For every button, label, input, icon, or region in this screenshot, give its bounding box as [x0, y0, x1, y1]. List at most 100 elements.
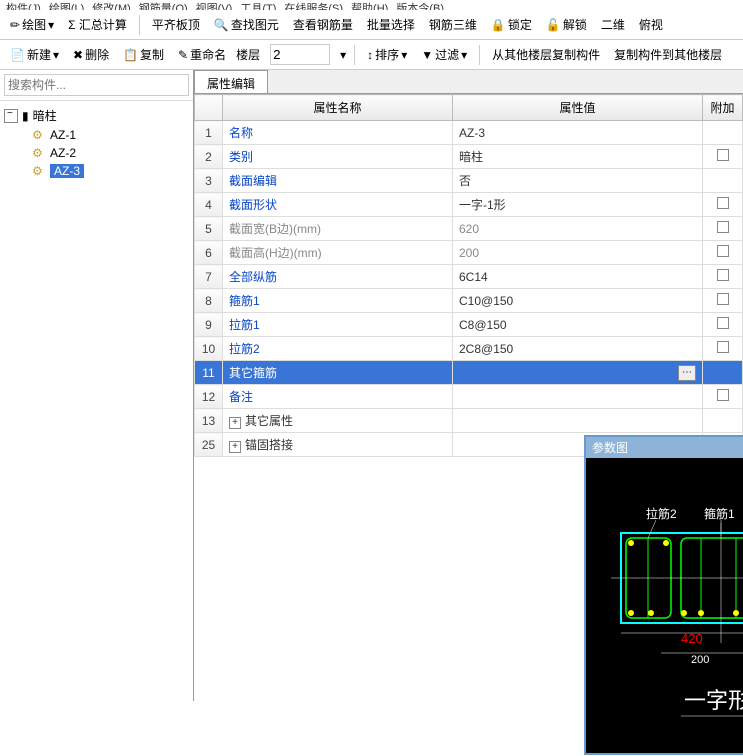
prop-name-cell[interactable]: 拉筋1: [223, 313, 453, 337]
table-row[interactable]: 3截面编辑否: [195, 169, 743, 193]
batch-select-button[interactable]: 批量选择: [363, 14, 419, 35]
tree-item-az2[interactable]: ⚙ AZ-2: [32, 144, 189, 162]
table-row[interactable]: 6截面高(H边)(mm)200: [195, 241, 743, 265]
tree-item-az3[interactable]: ⚙ AZ-3: [32, 162, 189, 180]
prop-name-cell[interactable]: 名称: [223, 121, 453, 145]
search-input[interactable]: [4, 74, 189, 96]
menu-item[interactable]: 绘图(L): [49, 0, 84, 10]
prop-name-cell[interactable]: +锚固搭接: [223, 433, 453, 457]
addl-cell[interactable]: [703, 409, 743, 433]
prop-name-cell[interactable]: 备注: [223, 385, 453, 409]
prop-name-cell[interactable]: 截面宽(B边)(mm): [223, 217, 453, 241]
addl-checkbox[interactable]: [717, 221, 729, 233]
addl-cell[interactable]: [703, 193, 743, 217]
table-row[interactable]: 2类别暗柱: [195, 145, 743, 169]
addl-cell[interactable]: [703, 121, 743, 145]
addl-cell[interactable]: [703, 265, 743, 289]
sum-button[interactable]: Σ 汇总计算: [64, 14, 131, 35]
addl-checkbox[interactable]: [717, 341, 729, 353]
table-row[interactable]: 4截面形状一字-1形: [195, 193, 743, 217]
copy-from-button[interactable]: 从其他楼层复制构件: [488, 44, 604, 65]
floor-input[interactable]: [270, 44, 330, 65]
new-button[interactable]: 📄 新建 ▾: [6, 44, 63, 65]
addl-cell[interactable]: [703, 361, 743, 385]
addl-checkbox[interactable]: [717, 293, 729, 305]
filter-button[interactable]: ▼ 过滤 ▾: [417, 44, 471, 65]
table-row[interactable]: 1名称AZ-3: [195, 121, 743, 145]
addl-cell[interactable]: [703, 337, 743, 361]
lock-button[interactable]: 🔒 锁定: [487, 14, 536, 35]
prop-name-cell[interactable]: 箍筋1: [223, 289, 453, 313]
table-row[interactable]: 9拉筋1C8@150: [195, 313, 743, 337]
delete-button[interactable]: ✖ 删除: [69, 44, 113, 65]
prop-name-cell[interactable]: 其它箍筋: [223, 361, 453, 385]
draw-button[interactable]: ✏ 绘图 ▾: [6, 14, 58, 35]
addl-cell[interactable]: [703, 385, 743, 409]
table-row[interactable]: 12备注: [195, 385, 743, 409]
prop-value-cell[interactable]: 2C8@150: [453, 337, 703, 361]
tab-properties[interactable]: 属性编辑: [194, 70, 268, 93]
addl-cell[interactable]: [703, 289, 743, 313]
tree-root[interactable]: ▮ 暗柱: [4, 105, 189, 126]
expand-icon[interactable]: +: [229, 441, 241, 453]
prop-value-cell[interactable]: 620: [453, 217, 703, 241]
2d-button[interactable]: 二维: [597, 14, 629, 35]
table-row[interactable]: 10拉筋22C8@150: [195, 337, 743, 361]
dropdown-icon[interactable]: ▾: [340, 48, 346, 62]
prop-name-cell[interactable]: +其它属性: [223, 409, 453, 433]
menu-item[interactable]: 视图(V): [196, 0, 233, 10]
parameter-diagram-window[interactable]: 参数图: [584, 435, 743, 755]
prop-value-cell[interactable]: 200: [453, 241, 703, 265]
top-view-button[interactable]: 俯视: [635, 14, 667, 35]
view-rebar-button[interactable]: 查看钢筋量: [289, 14, 357, 35]
addl-cell[interactable]: [703, 169, 743, 193]
addl-cell[interactable]: [703, 145, 743, 169]
prop-name-cell[interactable]: 全部纵筋: [223, 265, 453, 289]
tree-item-az1[interactable]: ⚙ AZ-1: [32, 126, 189, 144]
prop-value-cell[interactable]: 暗柱: [453, 145, 703, 169]
menu-item[interactable]: 工具(T): [240, 0, 276, 10]
expand-icon[interactable]: +: [229, 417, 241, 429]
table-row[interactable]: 11其它箍筋⋯: [195, 361, 743, 385]
prop-name-cell[interactable]: 截面高(H边)(mm): [223, 241, 453, 265]
ellipsis-button[interactable]: ⋯: [678, 365, 696, 381]
menu-item[interactable]: 修改(M): [92, 0, 131, 10]
collapse-icon[interactable]: [4, 109, 18, 123]
rebar-3d-button[interactable]: 钢筋三维: [425, 14, 481, 35]
addl-checkbox[interactable]: [717, 317, 729, 329]
prop-name-cell[interactable]: 拉筋2: [223, 337, 453, 361]
prop-name-cell[interactable]: 类别: [223, 145, 453, 169]
prop-value-cell[interactable]: [453, 385, 703, 409]
rename-button[interactable]: ✎ 重命名: [174, 44, 230, 65]
unlock-button[interactable]: 🔓 解锁: [542, 14, 591, 35]
prop-value-cell[interactable]: 一字-1形: [453, 193, 703, 217]
prop-value-cell[interactable]: C8@150: [453, 313, 703, 337]
addl-checkbox[interactable]: [717, 269, 729, 281]
table-row[interactable]: 7全部纵筋6C14: [195, 265, 743, 289]
addl-checkbox[interactable]: [717, 245, 729, 257]
table-row[interactable]: 8箍筋1C10@150: [195, 289, 743, 313]
prop-value-cell[interactable]: [453, 409, 703, 433]
prop-value-cell[interactable]: C10@150: [453, 289, 703, 313]
addl-checkbox[interactable]: [717, 389, 729, 401]
table-row[interactable]: 5截面宽(B边)(mm)620: [195, 217, 743, 241]
menu-item[interactable]: 在线服务(S): [284, 0, 343, 10]
prop-name-cell[interactable]: 截面形状: [223, 193, 453, 217]
table-row[interactable]: 13+其它属性: [195, 409, 743, 433]
copy-button[interactable]: 📋 复制: [119, 44, 168, 65]
addl-checkbox[interactable]: [717, 197, 729, 209]
prop-value-cell[interactable]: AZ-3: [453, 121, 703, 145]
menu-item[interactable]: 构件(J): [6, 0, 41, 10]
prop-value-cell[interactable]: 6C14: [453, 265, 703, 289]
addl-cell[interactable]: [703, 313, 743, 337]
find-button[interactable]: 🔍 查找图元: [210, 14, 283, 35]
prop-name-cell[interactable]: 截面编辑: [223, 169, 453, 193]
menu-item[interactable]: 钢筋量(Q): [139, 0, 188, 10]
prop-value-cell[interactable]: 否: [453, 169, 703, 193]
menu-item[interactable]: 帮助(H): [351, 0, 388, 10]
prop-value-cell[interactable]: ⋯: [453, 361, 703, 385]
sort-button[interactable]: ↕ 排序 ▾: [363, 44, 411, 65]
copy-to-button[interactable]: 复制构件到其他楼层: [610, 44, 726, 65]
addl-cell[interactable]: [703, 241, 743, 265]
addl-checkbox[interactable]: [717, 149, 729, 161]
